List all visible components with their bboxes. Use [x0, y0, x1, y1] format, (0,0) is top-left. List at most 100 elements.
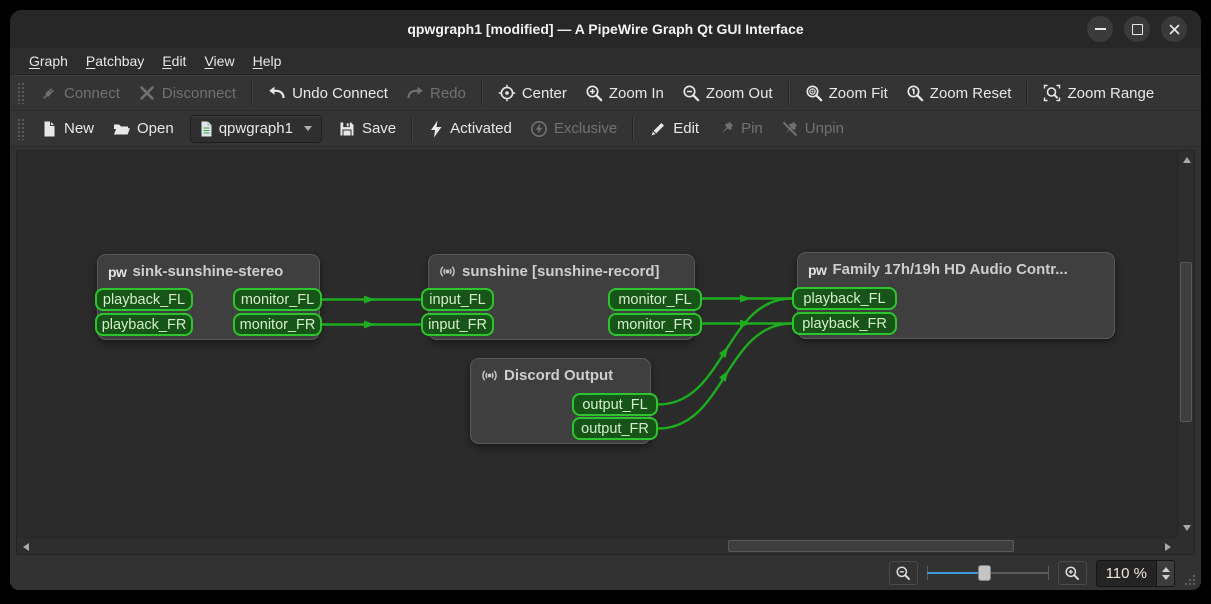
zoom-reset-button[interactable]: Zoom Reset — [897, 79, 1021, 107]
port-sunshine-input-fl[interactable]: input_FL — [421, 288, 494, 311]
spin-up-icon[interactable] — [1162, 567, 1170, 572]
port-sink-playback-fl[interactable]: playback_FL — [95, 288, 193, 311]
minimize-button[interactable] — [1087, 16, 1113, 42]
vertical-scrollbar[interactable] — [1177, 151, 1194, 537]
connections-layer — [17, 151, 1177, 537]
menu-graph[interactable]: Graph — [20, 50, 77, 72]
horizontal-scrollbar-thumb[interactable] — [728, 540, 1014, 552]
toolbar-drag-handle[interactable] — [17, 82, 24, 104]
pipewire-icon: pw — [108, 264, 126, 280]
zoom-in-icon — [1064, 565, 1080, 581]
activated-button[interactable]: Activated — [419, 115, 521, 143]
port-discord-output-fr[interactable]: output_FR — [572, 417, 658, 440]
stream-icon — [481, 367, 498, 384]
open-button[interactable]: Open — [103, 115, 183, 143]
exclusive-button: Exclusive — [521, 115, 626, 143]
port-sink-monitor-fl[interactable]: monitor_FL — [233, 288, 322, 311]
menu-patchbay[interactable]: Patchbay — [77, 50, 153, 72]
unpin-button: Unpin — [772, 115, 853, 143]
menu-bar: Graph Patchbay Edit View Help — [10, 48, 1201, 75]
graph-canvas[interactable]: pw sink-sunshine-stereo sunshine [sunshi… — [17, 151, 1177, 537]
stream-icon — [439, 263, 456, 280]
zoom-fit-button[interactable]: Zoom Fit — [796, 79, 897, 107]
redo-icon — [406, 84, 424, 102]
window-title: qpwgraph1 [modified] — A PipeWire Graph … — [407, 21, 803, 37]
port-family-playback-fl[interactable]: playback_FL — [792, 287, 897, 310]
port-sunshine-monitor-fr[interactable]: monitor_FR — [608, 313, 702, 336]
undo-connect-button[interactable]: Undo Connect — [259, 79, 397, 107]
status-zoom-out-button[interactable] — [889, 561, 918, 585]
minimize-icon — [1095, 28, 1106, 30]
graph-viewport: pw sink-sunshine-stereo sunshine [sunshi… — [16, 150, 1195, 555]
center-button[interactable]: Center — [489, 79, 576, 107]
horizontal-scrollbar[interactable] — [17, 537, 1177, 554]
pipewire-icon: pw — [808, 262, 826, 278]
port-sunshine-input-fr[interactable]: input_FR — [421, 313, 494, 336]
connect-button: Connect — [31, 79, 129, 107]
port-sink-playback-fr[interactable]: playback_FR — [95, 313, 193, 336]
patchbay-toolbar: New Open qpwgraph1 Save — [10, 111, 1201, 147]
toolbar-drag-handle[interactable] — [17, 118, 24, 140]
edit-button[interactable]: Edit — [640, 115, 708, 143]
spin-down-icon[interactable] — [1162, 575, 1170, 580]
port-sunshine-monitor-fl[interactable]: monitor_FL — [608, 288, 702, 311]
scrollbar-corner — [1177, 537, 1194, 554]
toolbar-separator — [411, 117, 413, 141]
menu-view[interactable]: View — [195, 50, 243, 72]
zoom-range-icon — [1043, 84, 1061, 102]
zoom-fit-icon — [805, 84, 823, 102]
close-button[interactable] — [1161, 16, 1187, 42]
port-family-playback-fr[interactable]: playback_FR — [792, 312, 897, 335]
graph-toolbar: Connect Disconnect Undo Connect Redo — [10, 75, 1201, 111]
menu-edit[interactable]: Edit — [153, 50, 195, 72]
connect-icon — [40, 84, 58, 102]
title-bar[interactable]: qpwgraph1 [modified] — A PipeWire Graph … — [10, 10, 1201, 48]
scroll-down-arrow-icon[interactable] — [1183, 525, 1191, 531]
menu-help[interactable]: Help — [244, 50, 291, 72]
node-title: sunshine [sunshine-record] — [462, 263, 660, 280]
scroll-left-arrow-icon[interactable] — [23, 543, 29, 551]
chevron-down-icon — [304, 126, 312, 131]
zoom-reset-icon — [906, 84, 924, 102]
resize-grip[interactable] — [1182, 572, 1197, 587]
center-icon — [498, 84, 516, 102]
save-button[interactable]: Save — [329, 115, 405, 143]
toolbar-separator — [251, 81, 253, 105]
zoom-spin-buttons[interactable] — [1156, 561, 1174, 586]
zoom-in-button[interactable]: Zoom In — [576, 79, 673, 107]
port-sink-monitor-fr[interactable]: monitor_FR — [233, 313, 322, 336]
zoom-out-button[interactable]: Zoom Out — [673, 79, 782, 107]
pencil-icon — [649, 120, 667, 138]
zoom-slider-handle[interactable] — [978, 565, 991, 581]
maximize-button[interactable] — [1124, 16, 1150, 42]
circled-lightning-icon — [530, 120, 548, 138]
session-combobox-value: qpwgraph1 — [219, 120, 293, 137]
disconnect-icon — [138, 84, 156, 102]
node-title: sink-sunshine-stereo — [132, 263, 283, 280]
zoom-in-icon — [585, 84, 603, 102]
undo-icon — [268, 84, 286, 102]
lightning-icon — [428, 120, 444, 138]
pin-icon — [717, 120, 735, 138]
toolbar-separator — [632, 117, 634, 141]
maximize-icon — [1132, 24, 1143, 35]
zoom-spinbox[interactable]: 110 % — [1096, 560, 1175, 587]
window-controls — [1087, 16, 1187, 42]
zoom-range-button[interactable]: Zoom Range — [1034, 79, 1163, 107]
patchbay-file-icon — [200, 121, 213, 137]
port-discord-output-fl[interactable]: output_FL — [572, 393, 658, 416]
status-zoom-in-button[interactable] — [1058, 561, 1087, 585]
scroll-up-arrow-icon[interactable] — [1183, 157, 1191, 163]
session-combobox[interactable]: qpwgraph1 — [190, 115, 322, 143]
zoom-slider[interactable] — [927, 563, 1049, 583]
node-title: Family 17h/19h HD Audio Contr... — [832, 261, 1067, 278]
redo-button: Redo — [397, 79, 475, 107]
vertical-scrollbar-thumb[interactable] — [1180, 262, 1192, 422]
scroll-right-arrow-icon[interactable] — [1165, 543, 1171, 551]
toolbar-separator — [1026, 81, 1028, 105]
save-icon — [338, 120, 356, 138]
new-button[interactable]: New — [31, 115, 103, 143]
zoom-out-icon — [682, 84, 700, 102]
toolbar-separator — [481, 81, 483, 105]
zoom-slider-fill — [927, 572, 983, 574]
